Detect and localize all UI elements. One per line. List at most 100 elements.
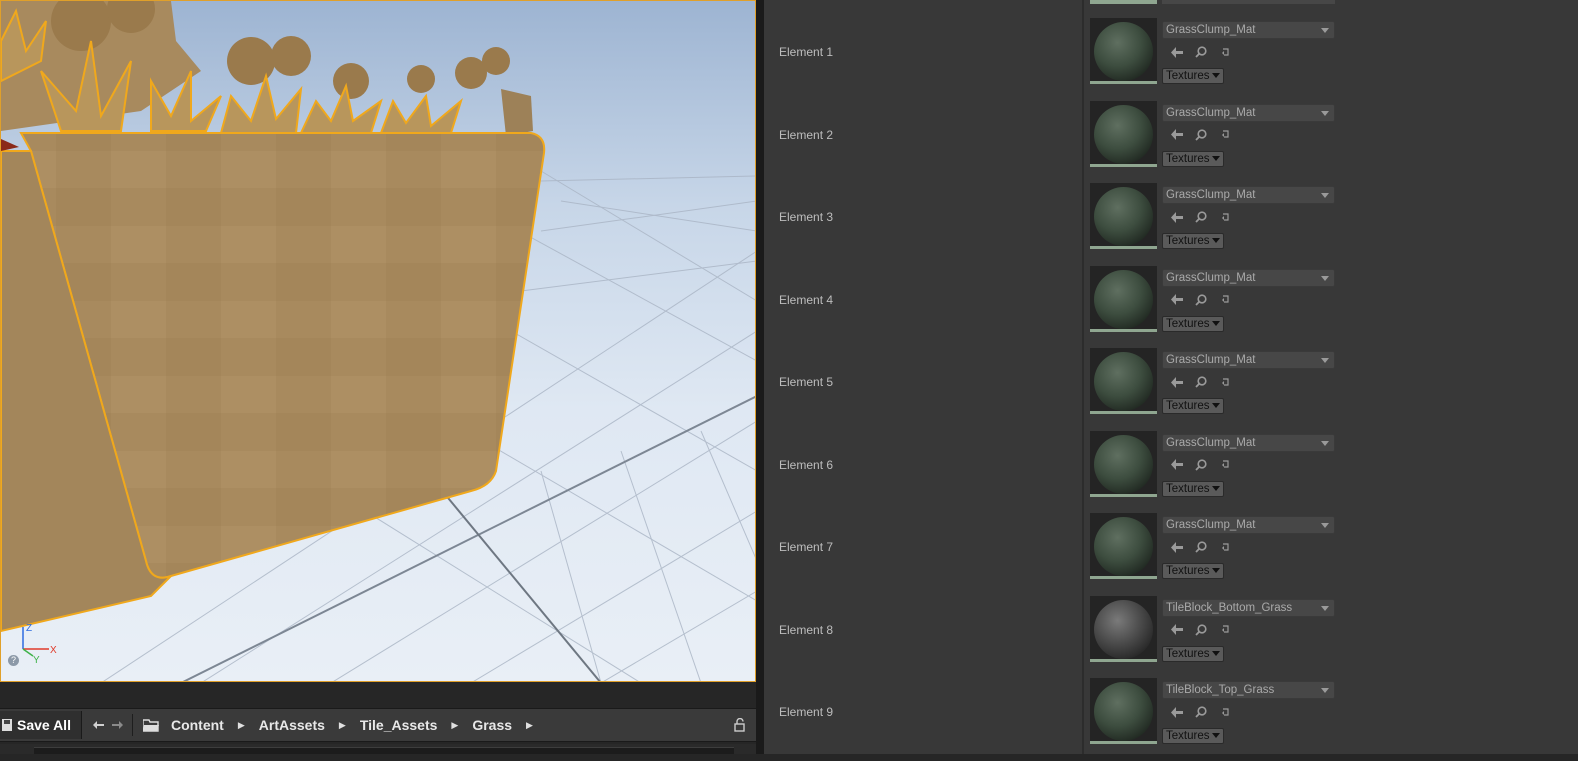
arrow-left-icon xyxy=(92,721,104,729)
search-icon xyxy=(1195,211,1207,223)
material-thumbnail[interactable] xyxy=(1090,348,1157,414)
reset-to-default-button[interactable] xyxy=(1217,705,1233,719)
breadcrumb-arrow-icon[interactable]: ▶ xyxy=(518,720,541,731)
search-icon xyxy=(1195,623,1207,636)
dropdown-caret-icon xyxy=(1321,275,1329,281)
reset-to-default-button[interactable] xyxy=(1217,623,1233,637)
textures-dropdown[interactable]: Textures xyxy=(1162,563,1224,579)
material-selector[interactable]: GrassClump_Mat xyxy=(1162,21,1335,39)
arrow-left-icon xyxy=(1170,129,1183,140)
breadcrumb-arrow-icon[interactable]: ▶ xyxy=(331,720,354,731)
material-element-row: Element 2 GrassClump_Mat Textures xyxy=(764,100,1578,184)
material-selector[interactable]: GrassClump_Mat xyxy=(1162,186,1335,204)
material-sphere-preview xyxy=(1094,269,1153,329)
material-thumbnail[interactable] xyxy=(1090,595,1157,662)
arrow-left-icon xyxy=(1170,706,1183,718)
use-selected-asset-button[interactable] xyxy=(1169,540,1185,554)
material-selector[interactable]: GrassClump_Mat xyxy=(1162,268,1335,287)
textures-label: Textures xyxy=(1166,235,1210,247)
material-sphere-preview xyxy=(1094,517,1153,576)
material-sphere-preview xyxy=(1094,104,1153,164)
search-icon xyxy=(1195,46,1207,58)
material-element-row: Element 6 GrassClump_Mat Textures xyxy=(764,430,1578,514)
use-selected-asset-button[interactable] xyxy=(1169,458,1185,472)
material-selector[interactable]: GrassClump_Mat xyxy=(1162,516,1335,534)
folder-icon[interactable] xyxy=(142,718,159,732)
material-selector[interactable]: TileBlock_Bottom_Grass xyxy=(1162,598,1335,617)
reset-to-default-button[interactable] xyxy=(1217,375,1233,389)
reset-to-default-button[interactable] xyxy=(1217,540,1233,554)
reset-to-default-button[interactable] xyxy=(1217,210,1233,224)
textures-dropdown[interactable]: Textures xyxy=(1162,645,1224,662)
reset-to-default-button[interactable] xyxy=(1217,293,1233,307)
material-thumbnail[interactable] xyxy=(1090,100,1157,167)
reset-icon xyxy=(1221,707,1229,716)
arrow-left-icon xyxy=(1170,211,1183,223)
reset-icon xyxy=(1221,295,1229,303)
dropdown-caret-icon xyxy=(1212,155,1220,161)
forward-button[interactable] xyxy=(108,711,126,739)
back-button[interactable] xyxy=(90,711,108,739)
breadcrumb-arrow-icon[interactable]: ▶ xyxy=(443,720,466,731)
browse-asset-button[interactable] xyxy=(1193,458,1209,472)
level-viewport[interactable]: Z X Y ? xyxy=(0,0,756,682)
material-sphere-preview xyxy=(1094,187,1153,246)
material-selector[interactable]: GrassClump_Mat xyxy=(1162,433,1335,452)
save-icon xyxy=(2,719,12,731)
panel-splitter[interactable] xyxy=(756,0,764,754)
material-selector[interactable]: TileBlock_Top_Grass xyxy=(1162,681,1335,699)
save-all-label: Save All xyxy=(17,717,71,733)
use-selected-asset-button[interactable] xyxy=(1169,623,1185,637)
use-selected-asset-button[interactable] xyxy=(1169,128,1185,142)
material-sphere-preview xyxy=(1094,352,1153,411)
browse-asset-button[interactable] xyxy=(1193,623,1209,637)
lock-icon[interactable] xyxy=(734,718,746,732)
element-label: Element 1 xyxy=(779,45,834,59)
material-selector[interactable]: GrassClump_Mat xyxy=(1162,103,1335,122)
browse-asset-button[interactable] xyxy=(1193,128,1209,142)
use-selected-asset-button[interactable] xyxy=(1169,375,1185,389)
breadcrumb-grass[interactable]: Grass xyxy=(466,717,518,733)
textures-dropdown[interactable]: Textures xyxy=(1162,480,1224,497)
textures-dropdown[interactable]: Textures xyxy=(1162,398,1224,414)
dropdown-caret-icon xyxy=(1321,523,1329,528)
textures-dropdown[interactable]: Textures xyxy=(1162,728,1224,744)
reset-to-default-button[interactable] xyxy=(1217,128,1233,142)
material-thumbnail[interactable] xyxy=(1090,430,1157,497)
material-thumbnail[interactable] xyxy=(1090,513,1157,579)
browse-asset-button[interactable] xyxy=(1193,45,1209,59)
browse-asset-button[interactable] xyxy=(1193,705,1209,719)
breadcrumb-tile-assets[interactable]: Tile_Assets xyxy=(354,717,444,733)
reset-icon xyxy=(1221,542,1229,551)
reset-to-default-button[interactable] xyxy=(1217,45,1233,59)
breadcrumb-arrow-icon[interactable]: ▶ xyxy=(230,720,253,731)
use-selected-asset-button[interactable] xyxy=(1169,293,1185,307)
use-selected-asset-button[interactable] xyxy=(1169,705,1185,719)
textures-dropdown[interactable]: Textures xyxy=(1162,233,1224,249)
breadcrumb-content[interactable]: Content xyxy=(165,717,230,733)
material-sphere-preview xyxy=(1094,682,1153,741)
save-all-button[interactable]: Save All xyxy=(0,711,82,739)
textures-dropdown[interactable]: Textures xyxy=(1162,315,1224,332)
textures-dropdown[interactable]: Textures xyxy=(1162,68,1224,84)
material-name: GrassClump_Mat xyxy=(1166,189,1256,201)
textures-dropdown[interactable]: Textures xyxy=(1162,150,1224,167)
use-selected-asset-button[interactable] xyxy=(1169,45,1185,59)
material-thumbnail[interactable] xyxy=(1090,183,1157,249)
browse-asset-button[interactable] xyxy=(1193,540,1209,554)
help-icon[interactable]: ? xyxy=(8,655,19,666)
dropdown-caret-icon xyxy=(1212,73,1220,78)
viewport-scene xyxy=(1,1,755,681)
breadcrumb-artassets[interactable]: ArtAssets xyxy=(253,717,331,733)
browse-asset-button[interactable] xyxy=(1193,210,1209,224)
material-thumbnail[interactable] xyxy=(1090,18,1157,84)
material-thumbnail[interactable] xyxy=(1090,678,1157,744)
use-selected-asset-button[interactable] xyxy=(1169,210,1185,224)
browse-asset-button[interactable] xyxy=(1193,293,1209,307)
material-thumbnail[interactable] xyxy=(1090,265,1157,332)
arrow-left-icon xyxy=(1170,46,1183,58)
reset-to-default-button[interactable] xyxy=(1217,458,1233,472)
material-selector[interactable]: GrassClump_Mat xyxy=(1162,351,1335,369)
browse-asset-button[interactable] xyxy=(1193,375,1209,389)
content-browser-search-strip xyxy=(0,744,756,754)
